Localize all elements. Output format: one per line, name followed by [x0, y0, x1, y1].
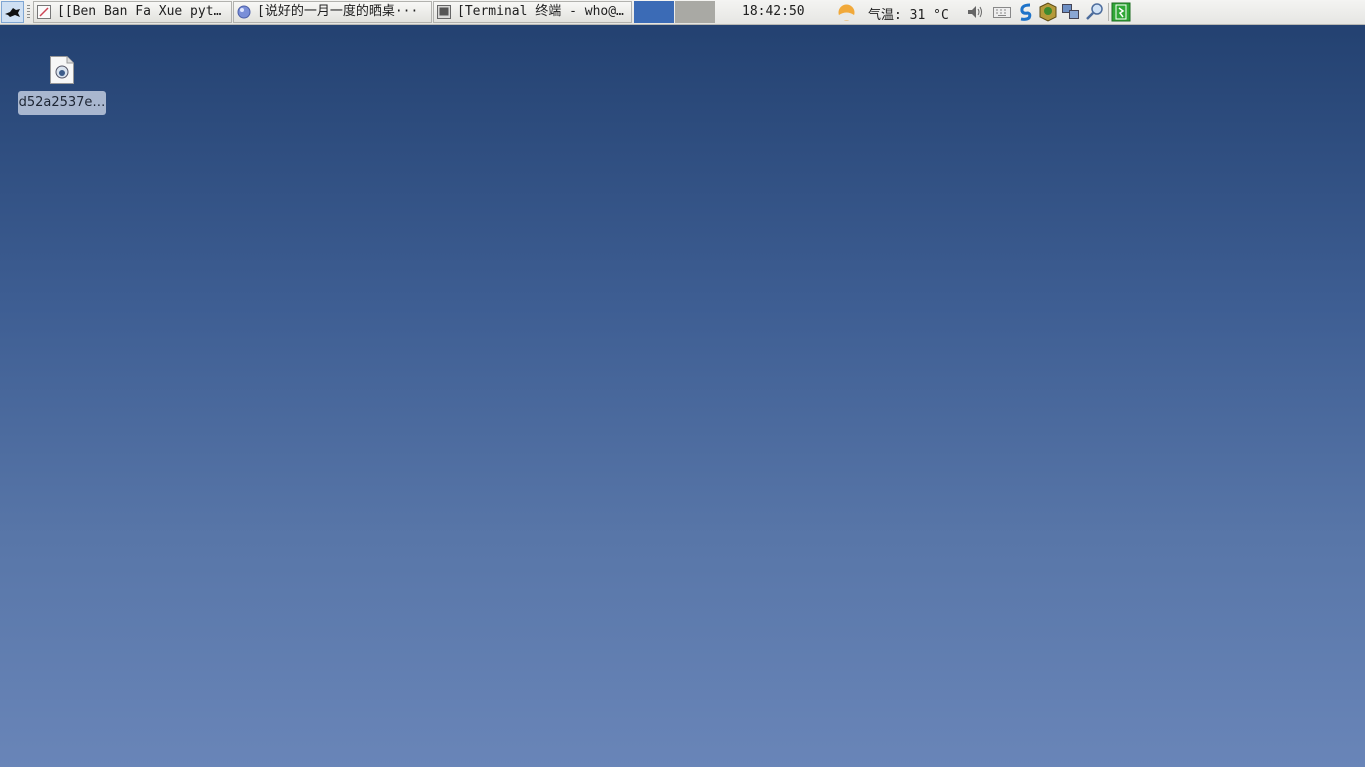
desktop-file-icon[interactable]: d52a2537e… — [18, 52, 106, 116]
browser-icon — [237, 5, 251, 19]
mouse-logo-icon — [5, 8, 20, 17]
keyboard-icon[interactable] — [992, 2, 1012, 22]
application-menu-button[interactable] — [1, 1, 24, 23]
tray-divider — [1108, 3, 1109, 21]
volume-icon[interactable] — [965, 2, 985, 22]
top-panel: [[Ben Ban Fa Xue pyt… [说好的一月一度的晒桌··· [Te… — [0, 0, 1365, 25]
clock[interactable]: 18:42:50 — [742, 4, 805, 19]
workspace-2[interactable] — [675, 1, 715, 23]
desktop-file-label: d52a2537e… — [18, 91, 106, 115]
taskbar-item-label: [说好的一月一度的晒桌··· — [257, 4, 419, 19]
image-file-icon — [50, 56, 74, 84]
network-icon[interactable] — [1061, 2, 1081, 22]
logout-icon[interactable] — [1111, 2, 1131, 22]
workspace-1[interactable] — [634, 1, 674, 23]
package-manager-icon[interactable] — [1038, 2, 1058, 22]
panel-grip[interactable] — [27, 5, 30, 19]
search-icon[interactable] — [1085, 2, 1105, 22]
taskbar-item-label: [Terminal 终端 - who@… — [457, 4, 624, 19]
terminal-icon — [437, 5, 451, 19]
taskbar-item-label: [[Ben Ban Fa Xue pyt… — [57, 4, 222, 19]
taskbar-item-terminal[interactable]: [Terminal 终端 - who@… — [433, 1, 632, 23]
taskbar-item-editor[interactable]: [[Ben Ban Fa Xue pyt… — [33, 1, 232, 23]
editor-icon — [37, 5, 51, 19]
weather-temperature[interactable]: 气温: 31 °C — [868, 4, 949, 23]
sync-icon[interactable] — [1016, 2, 1036, 22]
taskbar-item-browser[interactable]: [说好的一月一度的晒桌··· — [233, 1, 432, 23]
sun-icon — [838, 4, 855, 21]
